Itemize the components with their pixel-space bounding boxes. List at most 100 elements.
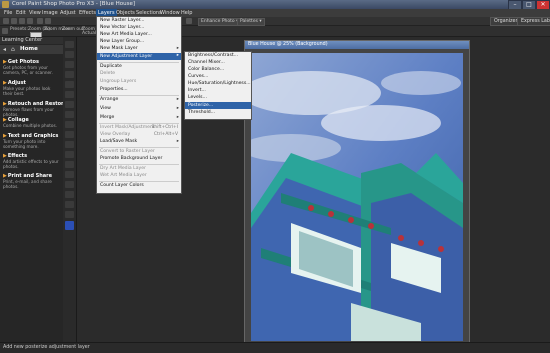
palettes-button[interactable]: Palettes ▾ [237,18,265,26]
pick-tool-icon[interactable] [65,51,74,58]
text-tool-icon[interactable] [65,191,74,198]
dropper-tool-icon[interactable] [65,71,74,78]
menu-item-wet-art-media[interactable]: Wet Art Media Layer [100,173,147,178]
open-icon[interactable] [11,18,17,24]
window-title: Corel Paint Shop Photo Pro X3 - [Blue Ho… [12,1,136,7]
learning-center-title: Learning Center [0,37,63,44]
adjust-icon[interactable] [186,18,192,24]
lighten-darken-tool-icon[interactable] [65,171,74,178]
shortcut-view-overlay: Ctrl+Alt+V [153,132,178,137]
menu-item-new-mask-layer[interactable]: New Mask Layer [100,46,138,51]
menu-image[interactable]: Image [40,9,60,17]
lc-item-desc: Combine multiple photos. [3,123,57,128]
submenu-item-invert[interactable]: Invert... [188,88,206,93]
app-icon [2,1,9,8]
paint-brush-tool-icon[interactable] [65,141,74,148]
submenu-arrow-icon: ▸ [176,106,179,111]
shape-tool-icon[interactable] [65,201,74,208]
menu-item-new-adjustment-layer[interactable]: New Adjustment Layer [97,53,181,60]
menu-item-new-raster-layer[interactable]: New Raster Layer... [100,18,145,23]
layers-menu: New Raster Layer... New Vector Layer... … [96,16,182,194]
menu-separator [99,181,179,182]
lc-item-text-graphics[interactable]: ▶Text and Graphics Turn your photo into … [3,133,61,149]
menu-item-new-vector-layer[interactable]: New Vector Layer... [100,25,144,30]
express-lab-button[interactable]: Express Lab [517,17,550,26]
lc-item-retouch[interactable]: ▶Retouch and Restore Remove flaws from y… [3,101,67,117]
selection-tool-icon[interactable] [65,61,74,68]
crop-tool-icon[interactable] [65,81,74,88]
save-icon[interactable] [19,18,25,24]
submenu-arrow-icon: ▸ [176,115,179,120]
new-icon[interactable] [3,18,9,24]
tool-options-bar: Presets: Zoom (%): Zoom more: Zoom out: … [0,26,550,38]
flood-fill-tool-icon[interactable] [65,181,74,188]
lc-item-effects[interactable]: ▶Effects Add artistic effects to your ph… [3,153,61,169]
menu-item-ungroup-layers[interactable]: Ungroup Layers [100,79,136,84]
menu-item-properties[interactable]: Properties... [100,87,128,92]
learning-center-palette: Learning Center ◂ ⌂ Home ▶Get Photos Get… [0,37,67,342]
submenu-item-color-balance[interactable]: Color Balance... [188,67,224,72]
status-bar: Add new posterize adjustment layer [0,342,550,353]
menu-item-load-save-mask[interactable]: Load/Save Mask [100,139,137,144]
pen-tool-icon[interactable] [65,211,74,218]
menu-item-merge[interactable]: Merge [100,115,114,120]
title-bar: Corel Paint Shop Photo Pro X3 - [Blue Ho… [0,0,550,10]
makeover-tool-icon[interactable] [65,111,74,118]
menu-item-new-art-media-layer[interactable]: New Art Media Layer... [100,32,152,37]
redo-icon[interactable] [45,18,51,24]
menu-item-delete[interactable]: Delete [100,71,115,76]
menu-item-convert-to-raster[interactable]: Convert to Raster Layer [100,149,155,154]
enhance-photo-button[interactable]: Enhance Photo ▾ [198,18,242,26]
lc-item-desc: Get photos from your camera, PC, or scan… [3,65,53,75]
scratch-remover-tool-icon[interactable] [65,131,74,138]
submenu-item-levels[interactable]: Levels... [188,95,207,100]
eraser-tool-icon[interactable] [65,151,74,158]
menu-item-view-overlay[interactable]: View Overlay [100,132,130,137]
pan-tool-icon[interactable] [65,41,74,48]
menu-item-arrange[interactable]: Arrange [100,97,118,102]
menu-effects[interactable]: Effects [77,9,98,17]
smudge-tool-icon[interactable] [65,161,74,168]
submenu-item-threshold[interactable]: Threshold... [188,110,215,115]
lc-item-print-share[interactable]: ▶Print and Share Print, e-mail, and shar… [3,173,61,189]
lc-item-get-photos[interactable]: ▶Get Photos Get photos from your camera,… [3,59,61,75]
adjustment-layer-submenu: Brightness/Contrast... Channel Mixer... … [184,51,252,120]
menu-item-dry-art-media[interactable]: Dry Art Media Layer [100,166,146,171]
submenu-item-hue-saturation[interactable]: Hue/Saturation/Lightness... [188,81,251,86]
submenu-arrow-icon: ▸ [176,46,179,51]
lc-item-adjust[interactable]: ▶Adjust Make your photos look their best… [3,80,61,96]
learning-center-home[interactable]: ◂ ⌂ Home [0,45,63,54]
submenu-item-channel-mixer[interactable]: Channel Mixer... [188,60,225,65]
submenu-item-brightness-contrast[interactable]: Brightness/Contrast... [188,53,238,58]
menu-separator [99,62,179,63]
standard-toolbar: Enhance Photo ▾ Palettes ▾ [0,17,550,26]
red-eye-tool-icon[interactable] [65,101,74,108]
lc-item-collage[interactable]: ▶Collage Combine multiple photos. [3,117,61,128]
menu-edit[interactable]: Edit [14,9,28,17]
print-icon[interactable] [27,18,33,24]
clone-tool-icon[interactable] [65,121,74,128]
submenu-item-posterize[interactable]: Posterize... [185,102,251,109]
menu-bar: File Edit View Image Adjust Effects Laye… [0,9,550,17]
image-window-title: Blue House @ 25% (Background) [245,41,469,49]
menu-separator [99,123,179,124]
menu-item-duplicate[interactable]: Duplicate [100,64,122,69]
lc-item-desc: Make your photos look their best. [3,86,51,96]
home-label: Home [20,46,38,52]
submenu-item-curves[interactable]: Curves... [188,74,208,79]
menu-item-new-layer-group[interactable]: New Layer Group... [100,39,144,44]
blue-house-photo [251,53,463,341]
menu-item-count-layer-colors[interactable]: Count Layer Colors [100,183,144,188]
menu-item-view[interactable]: View [100,106,111,111]
foreground-color-swatch[interactable] [65,221,74,230]
menu-adjust[interactable]: Adjust [58,9,78,17]
tools-toolbar [63,37,77,342]
straighten-tool-icon[interactable] [65,91,74,98]
menu-file[interactable]: File [2,9,14,17]
status-text: Add new posterize adjustment layer [3,345,90,350]
menu-item-promote-background[interactable]: Promote Background Layer [100,156,162,161]
menu-item-invert-mask-adjustment[interactable]: Invert Mask/Adjustment [100,125,155,130]
undo-icon[interactable] [37,18,43,24]
back-arrow-icon[interactable]: ◂ [3,46,6,53]
shortcut-invert: Shift+Ctrl+I [151,125,178,130]
